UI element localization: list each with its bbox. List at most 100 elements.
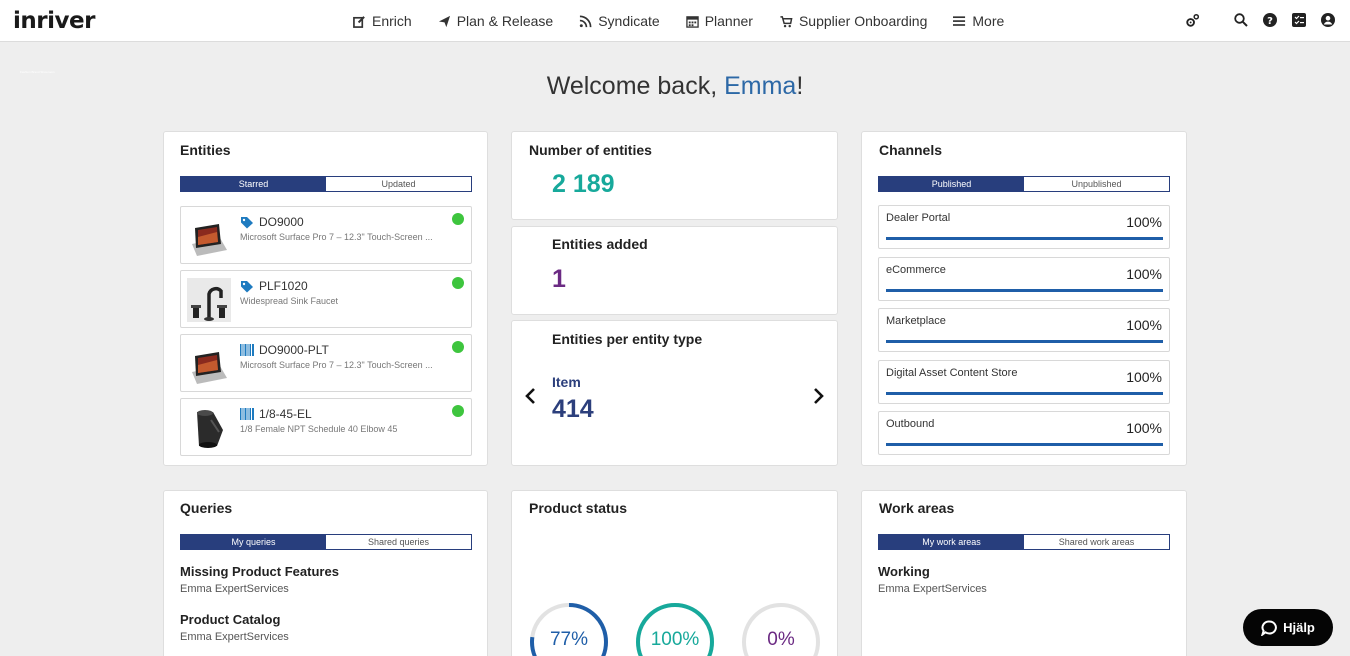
channel-row[interactable]: Outbound 100% [878, 411, 1170, 455]
tab-starred[interactable]: Starred [181, 177, 326, 191]
status-ring: 100% [634, 601, 716, 656]
nav-plan-release[interactable]: Plan & Release [438, 13, 554, 29]
entities-title: Entities [180, 142, 231, 158]
tab-my-queries[interactable]: My queries [181, 535, 326, 549]
entity-item[interactable]: PLF1020 Widespread Sink Faucet [180, 270, 472, 328]
tag-icon [241, 281, 253, 293]
menu-icon [953, 16, 966, 26]
query-owner: Emma ExpertServices [180, 583, 289, 595]
channel-progress-fill [886, 340, 1163, 343]
work-area-owner: Emma ExpertServices [878, 583, 987, 595]
channel-row[interactable]: eCommerce 100% [878, 256, 1170, 301]
entity-item[interactable]: DO9000-PLT Microsoft Surface Pro 7 – 12.… [180, 334, 472, 392]
tab-my-work-areas[interactable]: My work areas [879, 535, 1024, 549]
status-ring-value: 77% [549, 629, 589, 650]
channel-progress-fill [886, 443, 1163, 446]
entities-per-type-title: Entities per entity type [552, 331, 703, 347]
channel-progress-bar [886, 340, 1163, 343]
work-area-title[interactable]: Working [878, 564, 930, 579]
entities-added-value: 1 [552, 265, 566, 293]
channel-progress-bar [886, 443, 1163, 446]
task-list-icon[interactable] [1291, 12, 1307, 28]
entity-item[interactable]: 1/8-45-EL 1/8 Female NPT Schedule 40 Elb… [180, 398, 472, 456]
queries-card: Queries My queries Shared queries Missin… [163, 490, 488, 656]
tab-shared-queries[interactable]: Shared queries [326, 535, 471, 549]
channels-toggle: Published Unpublished [878, 176, 1170, 192]
nav-more-label: More [972, 13, 1005, 29]
channel-row[interactable]: Digital Asset Content Store 100% [878, 359, 1170, 404]
product-status-title: Product status [529, 500, 628, 516]
tablet-image [192, 224, 227, 256]
query-title[interactable]: Missing Product Features [180, 564, 339, 579]
welcome-suffix: ! [796, 72, 804, 100]
entities-card: Entities Starred Updated DO9000 Microsof… [163, 131, 488, 466]
nav-syndicate[interactable]: Syndicate [579, 13, 660, 29]
status-dot [452, 341, 464, 353]
entity-id: 1/8-45-EL [259, 407, 312, 421]
status-ring-value: 100% [650, 629, 700, 650]
channel-progress-bar [886, 391, 1163, 395]
query-title[interactable]: Product Catalog [180, 612, 280, 627]
faucet-image [187, 278, 231, 322]
nav-planner[interactable]: Planner [685, 13, 753, 29]
channel-progress-bar [886, 288, 1163, 292]
channel-name: Dealer Portal [886, 212, 951, 224]
nav-more[interactable]: More [953, 13, 1004, 29]
entity-type-label: Item [552, 374, 581, 390]
channel-percent: 100% [1126, 265, 1162, 282]
welcome-prefix: Welcome back, [546, 72, 725, 100]
nav-planner-label: Planner [704, 13, 753, 29]
channels-title: Channels [879, 142, 943, 158]
tag-icon [241, 217, 253, 229]
tab-published[interactable]: Published [879, 177, 1024, 191]
barcode-icon [240, 344, 254, 356]
elbow-pipe-image [197, 410, 223, 448]
channel-name: eCommerce [886, 263, 946, 276]
user-icon[interactable] [1320, 12, 1336, 28]
tab-unpublished[interactable]: Unpublished [1024, 177, 1169, 191]
channel-percent: 100% [1126, 317, 1162, 333]
number-of-entities-card: Number of entities 2 189 [511, 131, 838, 220]
chat-bubble-icon [1261, 620, 1277, 636]
nav-enrich[interactable]: Enrich [353, 13, 412, 29]
cart-icon [780, 15, 793, 27]
entity-description: Microsoft Surface Pro 7 – 12.3" Touch-Sc… [240, 360, 433, 370]
search-icon[interactable] [1233, 12, 1249, 28]
settings-gear-icon[interactable] [1184, 12, 1200, 28]
status-dot [452, 405, 464, 417]
channel-percent: 100% [1126, 214, 1162, 230]
number-of-entities-title: Number of entities [529, 142, 652, 158]
help-button[interactable]: Hjälp [1243, 609, 1333, 646]
tab-shared-work-areas[interactable]: Shared work areas [1024, 535, 1169, 549]
channel-progress-fill [886, 237, 1163, 240]
status-dot [452, 277, 464, 289]
entity-item[interactable]: DO9000 Microsoft Surface Pro 7 – 12.3" T… [180, 206, 472, 264]
query-owner: Emma ExpertServices [180, 631, 289, 643]
nav-supplier-onboarding-label: Supplier Onboarding [798, 13, 928, 29]
nav-plan-release-label: Plan & Release [456, 13, 554, 29]
chevron-left-icon[interactable] [524, 387, 536, 405]
chevron-right-icon[interactable] [813, 387, 825, 405]
queries-toggle: My queries Shared queries [180, 534, 472, 550]
entity-description: Widespread Sink Faucet [240, 296, 339, 306]
channel-name: Outbound [886, 418, 935, 430]
channel-row[interactable]: Marketplace 100% [878, 308, 1170, 352]
header-actions: ? [1171, 12, 1336, 28]
inriver-logo[interactable]: inriver [13, 8, 95, 34]
work-areas-title: Work areas [879, 500, 955, 516]
main-nav: Enrich Plan & Release Syndicate Planner … [353, 0, 1030, 42]
status-ring: 0% [740, 601, 822, 656]
entities-added-card: Entities added 1 [511, 226, 838, 315]
channel-progress-bar [886, 237, 1163, 240]
entities-added-title: Entities added [552, 236, 648, 252]
channel-percent: 100% [1126, 420, 1162, 436]
nav-syndicate-label: Syndicate [598, 13, 660, 29]
nav-supplier-onboarding[interactable]: Supplier Onboarding [779, 13, 927, 29]
channels-card: Channels Published Unpublished Dealer Po… [861, 131, 1187, 466]
queries-title: Queries [180, 500, 233, 516]
entity-id: DO9000 [259, 215, 304, 229]
channel-row[interactable]: Dealer Portal 100% [878, 205, 1170, 249]
entities-toggle: Starred Updated [180, 176, 472, 192]
tab-updated[interactable]: Updated [326, 177, 471, 191]
help-icon[interactable]: ? [1262, 12, 1278, 28]
